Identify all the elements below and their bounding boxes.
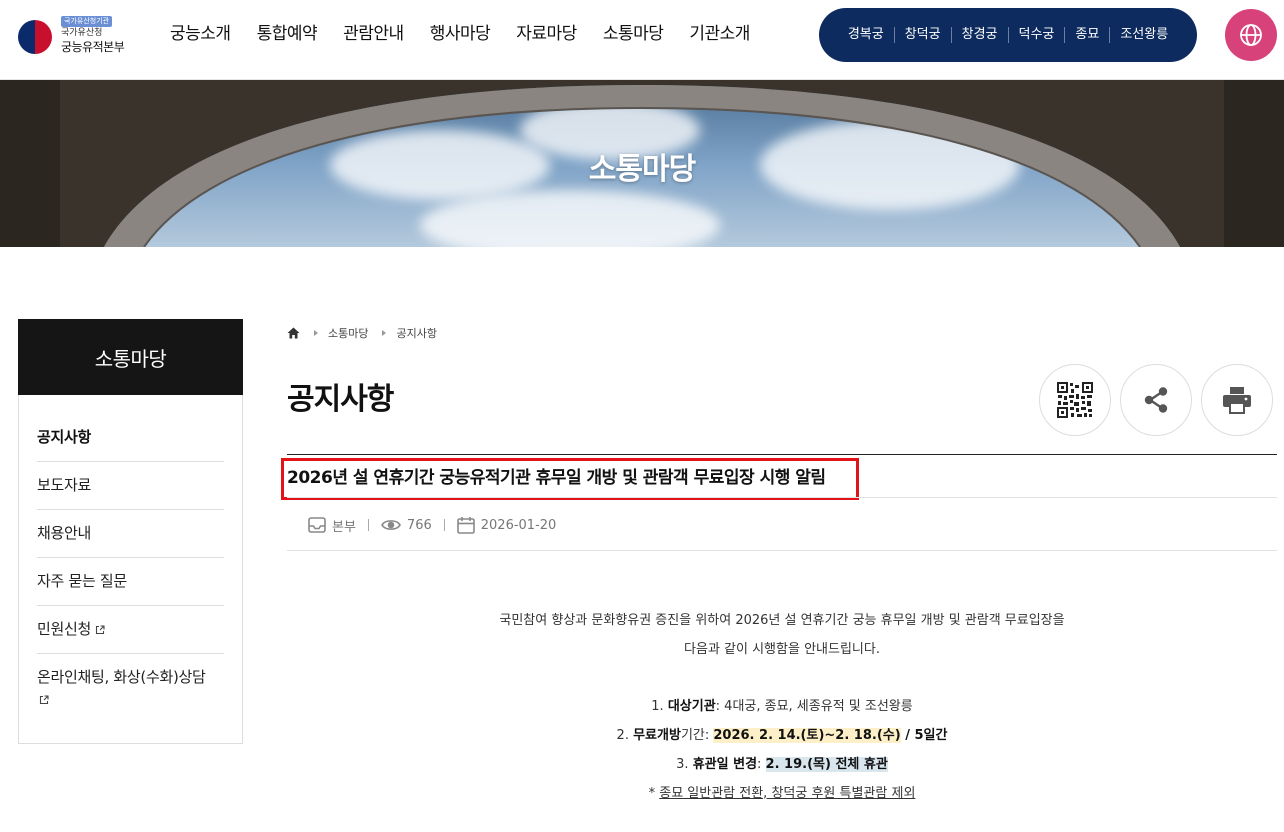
sidebar-item-label: 보도자료 (37, 476, 92, 494)
sidebar-item-civil-petition[interactable]: 민원신청 (37, 606, 224, 654)
sidebar-item-label: 공지사항 (37, 428, 92, 446)
language-button[interactable] (1225, 9, 1277, 61)
print-button[interactable] (1201, 364, 1273, 436)
globe-icon (1240, 24, 1262, 46)
post-department: 본부 (332, 519, 356, 535)
detail-note: * 종묘 일반관람 전환, 창덕궁 후원 특별관람 제외 (287, 779, 1277, 808)
post-body: 국민참여 향상과 문화향유권 증진을 위하여 2026년 설 연휴기간 궁능 휴… (287, 606, 1277, 808)
breadcrumb: 소통마당 공지사항 (287, 324, 437, 342)
title-divider (287, 454, 1277, 455)
page-title: 공지사항 (287, 382, 394, 417)
detail-item-1: 1. 대상기관: 4대궁, 종묘, 세종유적 및 조선왕릉 (287, 692, 1277, 721)
nav-item-events[interactable]: 행사마당 (430, 22, 491, 46)
meta-divider-top (287, 497, 1277, 498)
meta-separator (443, 519, 445, 531)
intro-line-2: 다음과 같이 시행함을 안내드립니다. (684, 642, 880, 657)
item-number: 2. (616, 728, 629, 743)
logo-subtitle: 국가유산청 (61, 28, 103, 38)
site-header: 국가유산청기관 국가유산청 궁능유적본부 궁능소개 통합예약 관람안내 행사마당… (0, 0, 1284, 80)
note-marker: * (648, 786, 660, 801)
breadcrumb-item-notices[interactable]: 공지사항 (396, 325, 436, 341)
nav-item-about[interactable]: 기관소개 (689, 22, 750, 46)
palace-link-deoksugung[interactable]: 덕수궁 (1009, 27, 1066, 43)
print-icon (1223, 387, 1251, 414)
calendar-icon (456, 517, 475, 534)
item-colon: : (757, 757, 766, 772)
eye-icon (381, 520, 401, 530)
banner-title: 소통마당 (588, 152, 696, 187)
item-number: 1. (651, 699, 664, 714)
sidebar-title: 소통마당 (18, 319, 243, 395)
palace-link-gyeongbokgung[interactable]: 경복궁 (838, 27, 895, 43)
detail-item-3: 3. 휴관일 변경: 2. 19.(목) 전체 휴관 (287, 750, 1277, 779)
external-link-icon (95, 625, 105, 635)
sidebar-item-faq[interactable]: 자주 묻는 질문 (37, 558, 224, 606)
post-date: 2026-01-20 (480, 517, 557, 533)
item-label: 휴관일 변경 (692, 757, 758, 772)
free-period-highlight: 2026. 2. 14.(토)~2. 18.(수) (713, 728, 901, 743)
post-title: 2026년 설 연휴기간 궁능유적기관 휴무일 개방 및 관람객 무료입장 시행… (287, 468, 826, 488)
palace-link-jongmyo[interactable]: 종묘 (1065, 27, 1111, 43)
breadcrumb-separator (382, 330, 387, 336)
share-button[interactable] (1120, 364, 1192, 436)
intro-line-1: 국민참여 향상과 문화향유권 증진을 위하여 2026년 설 연휴기간 궁능 휴… (499, 613, 1065, 628)
post-meta: 본부 766 2026-01-20 (308, 514, 556, 536)
palace-shortcut-bar: 경복궁 창덕궁 창경궁 덕수궁 종묘 조선왕릉 (819, 8, 1197, 62)
sidebar-item-press[interactable]: 보도자료 (37, 462, 224, 510)
detail-item-2: 2. 무료개방기간: 2026. 2. 14.(토)~2. 18.(수) / 5… (287, 721, 1277, 750)
logo-title: 궁능유적본부 (61, 40, 125, 54)
item-number: 3. (676, 757, 689, 772)
nav-item-reservation[interactable]: 통합예약 (257, 22, 318, 46)
sidebar: 소통마당 공지사항 보도자료 채용안내 자주 묻는 질문 민원신청 온라인채팅,… (18, 319, 243, 744)
qr-code-icon (1056, 381, 1094, 419)
note-text: 종묘 일반관람 전환, 창덕궁 후원 특별관람 제외 (659, 786, 916, 801)
sidebar-item-recruitment[interactable]: 채용안내 (37, 510, 224, 558)
logo-badge: 국가유산청기관 (61, 16, 113, 27)
palace-link-changgyeonggung[interactable]: 창경궁 (952, 27, 1009, 43)
share-icon (1144, 387, 1168, 413)
breadcrumb-item-community[interactable]: 소통마당 (328, 325, 368, 341)
nav-item-intro[interactable]: 궁능소개 (170, 22, 231, 46)
sidebar-menu: 공지사항 보도자료 채용안내 자주 묻는 질문 민원신청 온라인채팅, 화상(수… (18, 395, 243, 744)
sidebar-item-label: 온라인채팅, 화상(수화)상담 (37, 668, 206, 686)
main-navigation: 궁능소개 통합예약 관람안내 행사마당 자료마당 소통마당 기관소개 (170, 22, 776, 46)
meta-separator (367, 519, 369, 531)
nav-item-archive[interactable]: 자료마당 (516, 22, 577, 46)
site-logo[interactable]: 국가유산청기관 국가유산청 궁능유적본부 (18, 14, 138, 62)
item-value: : 4대궁, 종묘, 세종유적 및 조선왕릉 (715, 699, 913, 714)
post-view-count: 766 (406, 517, 432, 533)
taegeuk-logo-icon (18, 20, 52, 54)
item-label: 무료개방 (633, 728, 681, 743)
sidebar-item-notices[interactable]: 공지사항 (37, 414, 224, 462)
item-label-suffix: 기간: (680, 728, 714, 743)
sidebar-item-label: 채용안내 (37, 524, 92, 542)
page-banner: 소통마당 (0, 80, 1284, 247)
breadcrumb-separator (314, 330, 318, 336)
item-duration: / 5일간 (900, 728, 948, 743)
sidebar-item-label: 민원신청 (37, 620, 92, 638)
sidebar-item-label: 자주 묻는 질문 (37, 572, 127, 590)
nav-item-visit-guide[interactable]: 관람안내 (343, 22, 404, 46)
home-icon[interactable] (287, 327, 300, 339)
closure-highlight: 2. 19.(목) 전체 휴관 (765, 757, 888, 772)
meta-divider-bottom (287, 550, 1277, 551)
palace-link-royal-tombs[interactable]: 조선왕릉 (1110, 27, 1178, 43)
inbox-icon (308, 517, 326, 533)
sidebar-item-online-chat[interactable]: 온라인채팅, 화상(수화)상담 (37, 654, 224, 723)
nav-item-community[interactable]: 소통마당 (603, 22, 664, 46)
palace-link-changdeokgung[interactable]: 창덕궁 (895, 27, 952, 43)
item-label: 대상기관 (667, 699, 716, 714)
qr-code-button[interactable] (1039, 364, 1111, 436)
external-link-icon (39, 695, 49, 705)
